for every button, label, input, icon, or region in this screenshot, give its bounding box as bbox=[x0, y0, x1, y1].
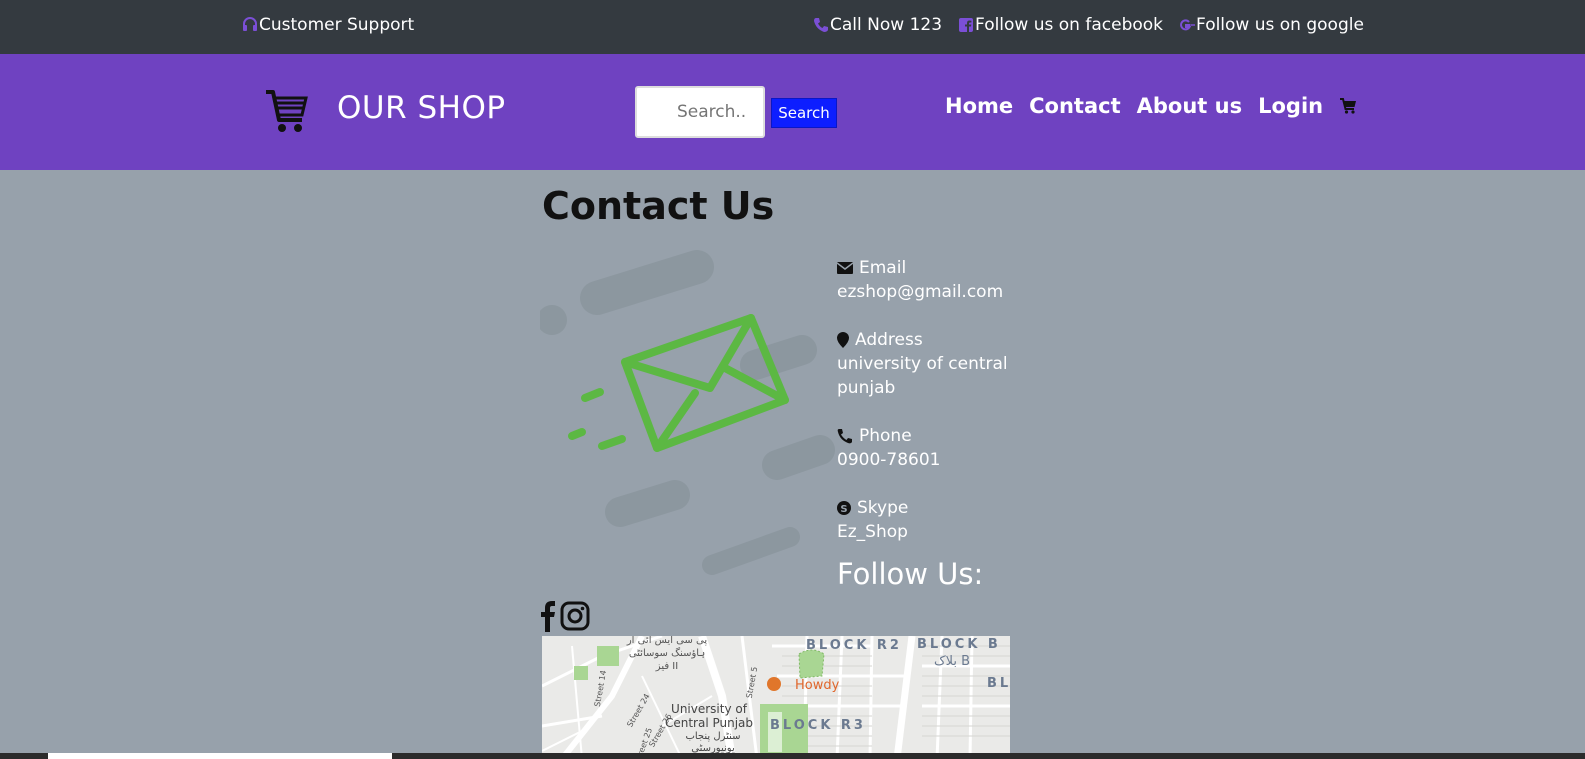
phone-block: Phone 0900-78601 bbox=[837, 424, 1017, 472]
phone-icon bbox=[814, 18, 828, 32]
facebook-icon bbox=[959, 18, 974, 32]
call-now-label: Call Now 123 bbox=[830, 15, 943, 35]
scrollbar-thumb[interactable] bbox=[48, 753, 392, 759]
phone-icon bbox=[837, 429, 852, 444]
page-title: Contact Us bbox=[542, 184, 775, 228]
skype-icon: S bbox=[837, 501, 851, 515]
follow-us-heading: Follow Us: bbox=[837, 557, 984, 591]
skype-value[interactable]: Ez_Shop bbox=[837, 520, 1017, 544]
phone-value[interactable]: 0900-78601 bbox=[837, 448, 1017, 472]
map-label-block-r2: BLOCK R2 bbox=[806, 638, 902, 653]
google-label: Follow us on google bbox=[1196, 15, 1364, 35]
email-block: Email ezshop@gmail.com bbox=[837, 256, 1017, 304]
nav-about-us[interactable]: About us bbox=[1137, 94, 1242, 118]
main-header: OUR SHOP Search Home Contact About us Lo… bbox=[0, 54, 1585, 170]
customer-support[interactable]: Customer Support bbox=[242, 15, 414, 35]
embedded-map[interactable]: BLOCK R2 BLOCK B بلاک B BL BLOCK R3 Howd… bbox=[542, 636, 1010, 759]
search-button[interactable]: Search bbox=[771, 98, 837, 128]
search-input[interactable] bbox=[635, 86, 765, 138]
main-nav: Home Contact About us Login bbox=[945, 94, 1357, 118]
map-place-ucp: University of Central Punjab bbox=[664, 702, 754, 730]
map-place-pcsir: پی سی ایس آئی آر ہاؤسنگ سوسائٹی فیز II bbox=[626, 636, 708, 672]
customer-support-label: Customer Support bbox=[259, 15, 415, 35]
facebook-link[interactable]: Follow us on facebook bbox=[958, 15, 1163, 35]
email-label: Email bbox=[859, 258, 907, 278]
email-value[interactable]: ezshop@gmail.com bbox=[837, 280, 1017, 304]
map-marker-icon bbox=[837, 332, 849, 348]
envelope-illustration-icon bbox=[540, 250, 835, 575]
top-bar: Customer Support Call Now 123 Follow us … bbox=[0, 0, 1585, 54]
google-plus-icon bbox=[1180, 19, 1196, 31]
nav-contact[interactable]: Contact bbox=[1029, 94, 1121, 118]
brand-name[interactable]: OUR SHOP bbox=[337, 90, 506, 126]
instagram-icon[interactable] bbox=[560, 601, 590, 631]
contact-info: Email ezshop@gmail.com Address universit… bbox=[837, 256, 1017, 568]
nav-login[interactable]: Login bbox=[1258, 94, 1323, 118]
address-block: Address university of central punjab bbox=[837, 328, 1017, 400]
nav-home[interactable]: Home bbox=[945, 94, 1013, 118]
map-label-bl: BL bbox=[987, 676, 1010, 691]
google-link[interactable]: Follow us on google bbox=[1179, 15, 1364, 35]
envelope-icon bbox=[837, 262, 853, 274]
address-value: university of central punjab bbox=[837, 354, 1008, 398]
address-label: Address bbox=[855, 330, 923, 350]
phone-label: Phone bbox=[859, 426, 912, 446]
map-place-howdy: Howdy bbox=[795, 678, 840, 693]
skype-block: S Skype Ez_Shop bbox=[837, 496, 1017, 544]
horizontal-scrollbar[interactable] bbox=[0, 753, 1585, 759]
svg-text:S: S bbox=[840, 504, 847, 515]
headset-icon bbox=[243, 17, 257, 31]
map-place-ucp-urdu: سنٹرل پنجاب یونیورسٹی bbox=[685, 731, 741, 754]
cart-icon[interactable] bbox=[1339, 97, 1357, 115]
social-links bbox=[540, 600, 594, 632]
map-label-block-b: BLOCK B bbox=[917, 637, 1001, 652]
skype-label: Skype bbox=[857, 498, 909, 518]
call-now[interactable]: Call Now 123 bbox=[813, 15, 942, 35]
shopping-cart-logo-icon[interactable] bbox=[264, 88, 308, 134]
map-label-block-r3: BLOCK R3 bbox=[770, 718, 866, 733]
map-label-block-b-urdu: بلاک B bbox=[934, 654, 971, 669]
facebook-label: Follow us on facebook bbox=[975, 15, 1164, 35]
facebook-icon[interactable] bbox=[540, 600, 556, 632]
